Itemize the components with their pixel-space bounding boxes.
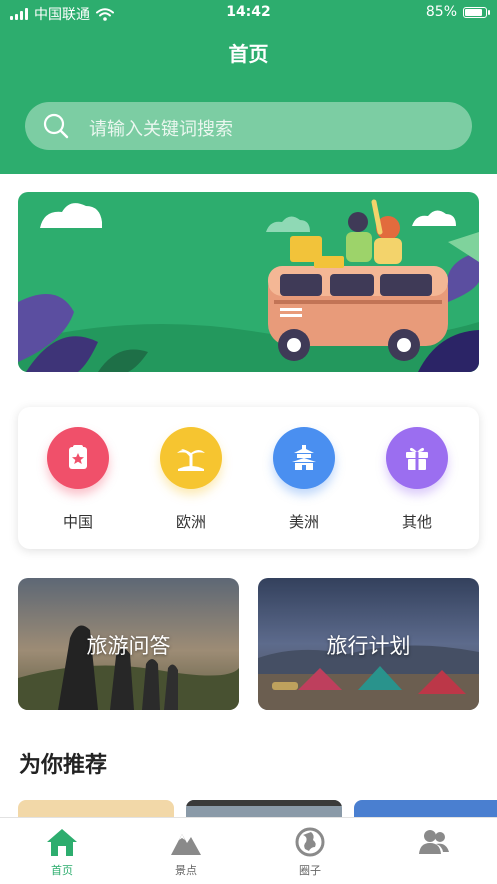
search-placeholder: 请输入关键词搜索 [89,119,233,140]
users-icon [389,826,479,858]
mountain-icon [141,826,231,858]
bottom-tab-bar: 首页 景点 圈子 [0,817,497,884]
gift-icon [386,427,448,489]
tab-profile[interactable] [389,826,479,862]
status-bar: 中国联通 14:42 85% [0,0,497,26]
tab-label: 圈子 [299,864,321,877]
category-label: 中国 [62,513,93,531]
travel-van-illustration [18,192,479,372]
tab-label: 首页 [51,864,73,877]
category-china[interactable]: 中国 [38,427,118,532]
search-icon [43,113,69,139]
palm-tree-icon [160,427,222,489]
category-label: 其他 [401,513,432,531]
category-europe[interactable]: 欧洲 [151,427,231,532]
category-america[interactable]: 美洲 [264,427,344,532]
ticket-star-icon [47,427,109,489]
travel-qa-tile[interactable]: 旅游问答 [18,578,239,710]
category-card: 中国 欧洲 美洲 其他 [18,407,479,549]
battery-icon [463,6,490,18]
tab-home[interactable]: 首页 [17,826,107,878]
category-label: 欧洲 [175,513,206,531]
globe-icon [265,826,355,858]
travel-plan-tile[interactable]: 旅行计划 [258,578,479,710]
tab-label: 景点 [175,864,197,877]
category-label: 美洲 [288,513,319,531]
section-title: 为你推荐 [19,753,108,778]
header: 中国联通 14:42 85% 首页 请输入关键词搜索 [0,0,497,174]
page-title: 首页 [228,42,269,66]
tile-label: 旅游问答 [86,634,171,658]
tile-label: 旅行计划 [326,634,411,658]
battery-percent: 85% [425,4,457,20]
tab-scenic[interactable]: 景点 [141,826,231,878]
temple-icon [273,427,335,489]
clock: 14:42 [226,4,271,20]
tab-circle[interactable]: 圈子 [265,826,355,878]
banner-image[interactable] [18,192,479,372]
home-icon [17,826,107,858]
search-input[interactable]: 请输入关键词搜索 [25,102,472,150]
category-other[interactable]: 其他 [377,427,457,532]
